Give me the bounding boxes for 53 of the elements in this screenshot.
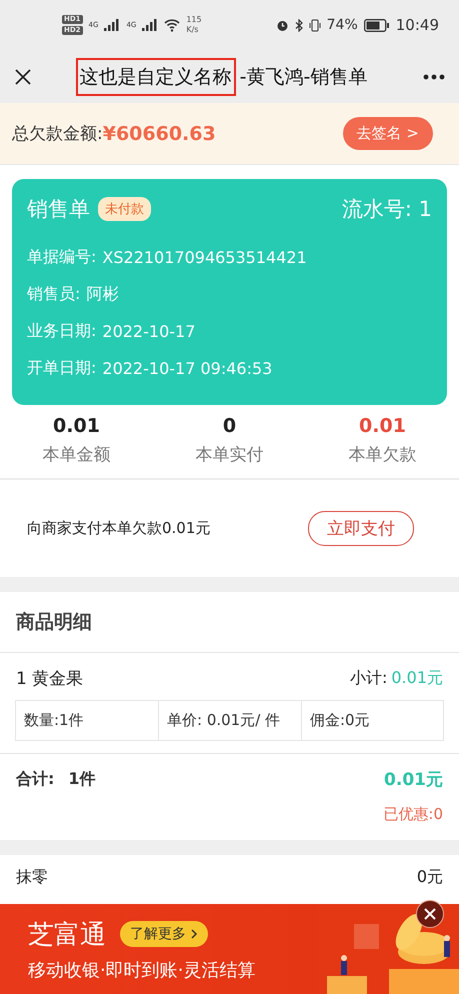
total-label: 合计: — [16, 769, 54, 790]
close-icon[interactable] — [14, 68, 32, 86]
more-icon[interactable] — [423, 74, 445, 80]
field-label: 单据编号: — [27, 247, 96, 268]
summary-value: 0 — [222, 415, 236, 437]
debt-amount: ¥60660.63 — [102, 122, 216, 144]
vibrate-icon — [308, 18, 321, 32]
network-speed: 115 — [186, 15, 202, 25]
table-cell: 佣金:0元 — [301, 701, 443, 740]
summary-label: 本单金额 — [42, 444, 110, 466]
field-label: 销售员: — [27, 284, 80, 305]
ad-slogan: 移动收银·即时到账·灵活结算 — [28, 958, 256, 982]
alarm-icon — [276, 18, 289, 32]
summary-label: 本单实付 — [196, 444, 264, 466]
bluetooth-icon — [294, 18, 303, 32]
field-value: 2022-10-17 — [102, 322, 196, 341]
field-value: 阿彬 — [86, 284, 118, 305]
wifi-icon — [164, 18, 180, 32]
product-name: 1 黄金果 — [16, 668, 84, 690]
subtotal-value: 0.01元 — [391, 668, 443, 689]
rounding-label: 抹零 — [16, 867, 48, 888]
learn-more-button[interactable]: 了解更多 — [120, 921, 208, 947]
field-value: XS221017094653514421 — [102, 248, 307, 267]
rounding-value: 0元 — [416, 867, 443, 888]
total-count: 1件 — [68, 769, 96, 790]
summary-label: 本单欠款 — [348, 444, 416, 466]
speed-unit: K/s — [186, 25, 200, 35]
signal-icon — [104, 19, 120, 31]
card-title: 销售单 — [27, 196, 90, 223]
ad-brand: 芝富通 — [28, 918, 106, 952]
debt-label: 总欠款金额: — [12, 123, 103, 145]
page-title: 这也是自定义名称 — [76, 58, 236, 96]
field-value: 2022-10-17 09:46:53 — [102, 359, 272, 378]
battery-percent: 74% — [326, 17, 358, 33]
total-amount: 0.01元 — [384, 769, 443, 791]
battery-icon — [364, 18, 390, 32]
serial-number: 流水号: 1 — [342, 196, 432, 223]
field-label: 开单日期: — [27, 358, 96, 379]
chevron-icon — [190, 928, 198, 940]
page-title: -黄飞鸿-销售单 — [238, 64, 368, 90]
payment-prompt: 向商家支付本单欠款0.01元 — [27, 519, 210, 538]
field-label: 业务日期: — [27, 321, 96, 342]
discount-text: 已优惠:0 — [383, 805, 443, 824]
section-title: 商品明细 — [16, 610, 92, 635]
table-cell-text: 数量:1件 — [23, 710, 85, 731]
summary-value: 0.01 — [53, 415, 100, 437]
pay-now-button[interactable]: 立即支付 — [308, 511, 414, 546]
summary-value: 0.01 — [359, 415, 406, 437]
table-cell: 单价: 0.01元/ 件 — [158, 701, 301, 740]
clock-time: 10:49 — [396, 16, 439, 34]
payment-status: 未付款 — [98, 197, 151, 221]
subtotal-label: 小计: — [350, 668, 388, 689]
signal-icon — [142, 19, 158, 31]
